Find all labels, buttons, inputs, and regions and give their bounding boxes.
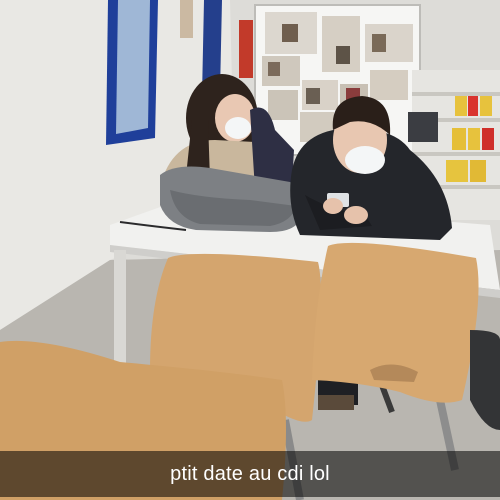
caption-text: ptit date au cdi lol <box>170 462 330 485</box>
library-scene <box>0 0 500 500</box>
window-pane <box>116 0 150 134</box>
caption-bar: ptit date au cdi lol <box>0 451 500 497</box>
boy-mask <box>345 146 385 174</box>
table-leg <box>114 250 126 365</box>
shelf-1 <box>412 92 500 96</box>
shelf-3 <box>412 152 500 156</box>
girl-mask <box>225 117 251 139</box>
boy-hand-right <box>344 206 368 224</box>
snap-photo: ptit date au cdi lol <box>0 0 500 500</box>
monitor <box>408 112 438 142</box>
red-object <box>239 20 253 78</box>
boy-hand-left <box>323 198 343 214</box>
shoe <box>318 395 354 410</box>
wall-paper <box>180 0 193 38</box>
